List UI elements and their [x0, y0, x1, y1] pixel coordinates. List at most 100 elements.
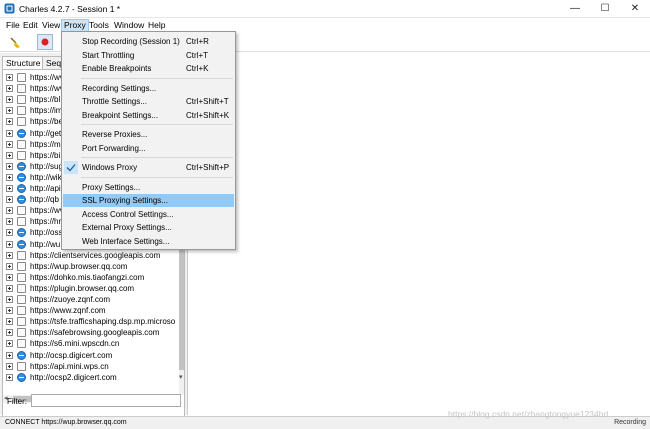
- expand-icon[interactable]: [6, 173, 13, 181]
- menu-separator: [81, 157, 233, 158]
- lock-icon: [17, 328, 26, 338]
- menu-edit[interactable]: Edit: [21, 19, 40, 32]
- host-label: http://sug: [30, 161, 63, 171]
- expand-icon[interactable]: [6, 185, 13, 192]
- expand-icon[interactable]: [6, 273, 13, 281]
- expand-icon[interactable]: [6, 118, 13, 126]
- expand-icon[interactable]: [6, 85, 13, 93]
- recording-status: Recording: [614, 419, 646, 426]
- lock-icon: [17, 272, 26, 282]
- menu-item-breakpoint-settings[interactable]: Breakpoint Settings... Ctrl+Shift+K: [63, 109, 234, 122]
- menu-item-port-forwarding[interactable]: Port Forwarding...: [63, 142, 234, 155]
- expand-icon[interactable]: [6, 307, 13, 315]
- lock-icon: [17, 106, 26, 116]
- lock-icon: [17, 306, 26, 316]
- expand-icon[interactable]: [6, 351, 13, 359]
- close-button[interactable]: ✕: [620, 0, 650, 18]
- expand-icon[interactable]: [6, 340, 13, 348]
- host-label: https://www.zqnf.com: [30, 306, 106, 316]
- menu-item-recording-settings[interactable]: Recording Settings...: [63, 82, 234, 95]
- expand-icon[interactable]: [6, 362, 13, 370]
- menu-item-enable-breakpoints[interactable]: Enable Breakpoints Ctrl+K: [63, 62, 234, 75]
- menu-item-shortcut: Ctrl+Shift+T: [186, 97, 229, 106]
- expand-icon[interactable]: [6, 251, 13, 259]
- tree-row[interactable]: http://ocsp2.digicert.com: [3, 372, 179, 383]
- tree-row[interactable]: https://s6.mini.wpscdn.cn: [3, 338, 179, 349]
- tree-row[interactable]: https://safebrowsing.googleapis.com: [3, 327, 179, 338]
- expand-icon[interactable]: [6, 162, 13, 170]
- menu-item-label: Recording Settings...: [82, 83, 157, 93]
- globe-icon: [17, 228, 26, 238]
- tree-row[interactable]: https://api.mini.wps.cn: [3, 361, 179, 372]
- host-label: http://wu: [30, 239, 61, 249]
- menu-item-proxy-settings[interactable]: Proxy Settings...: [63, 181, 234, 194]
- menu-item-start-throttling[interactable]: Start Throttling Ctrl+T: [63, 49, 234, 62]
- host-label: http://oss: [30, 228, 63, 238]
- expand-icon[interactable]: [6, 296, 13, 303]
- globe-icon: [17, 239, 26, 249]
- menu-item-stop-recording-session-1[interactable]: Stop Recording (Session 1) Ctrl+R: [63, 35, 234, 48]
- lock-icon: [17, 339, 26, 349]
- maximize-button[interactable]: ☐: [590, 0, 620, 18]
- tree-row[interactable]: http://ocsp.digicert.com: [3, 350, 179, 361]
- host-label: https://wv: [30, 73, 64, 82]
- host-label: https://wv: [30, 84, 64, 94]
- expand-icon[interactable]: [6, 207, 13, 215]
- expand-icon[interactable]: [6, 107, 13, 115]
- menu-view[interactable]: View: [40, 19, 62, 32]
- expand-icon[interactable]: [6, 129, 13, 137]
- filter-input[interactable]: [31, 394, 181, 407]
- lock-icon: [17, 84, 26, 94]
- menu-item-label: Web Interface Settings...: [82, 236, 170, 246]
- menu-item-label: Start Throttling: [82, 50, 135, 60]
- expand-icon[interactable]: [6, 140, 13, 148]
- host-label: https://m: [30, 139, 61, 149]
- expand-icon[interactable]: [6, 284, 13, 292]
- minimize-button[interactable]: —: [560, 0, 590, 18]
- tree-row[interactable]: https://www.zqnf.com: [3, 305, 179, 316]
- host-label: https://plugin.browser.qq.com: [30, 283, 135, 293]
- menu-item-web-interface-settings[interactable]: Web Interface Settings...: [63, 235, 234, 248]
- broom-icon[interactable]: [7, 34, 23, 50]
- expand-icon[interactable]: [6, 229, 13, 237]
- tab-structure[interactable]: Structure: [2, 56, 45, 70]
- host-label: http://wik: [30, 172, 62, 182]
- menu-item-label: SSL Proxying Settings...: [82, 196, 168, 205]
- lock-icon: [17, 295, 26, 304]
- tree-row[interactable]: https://zuoye.zqnf.com: [3, 294, 179, 305]
- expand-icon[interactable]: [6, 218, 13, 226]
- expand-icon[interactable]: [6, 96, 13, 104]
- expand-icon[interactable]: [6, 151, 13, 159]
- tree-row[interactable]: https://plugin.browser.qq.com: [3, 283, 179, 294]
- expand-icon[interactable]: [6, 318, 13, 326]
- host-label: https://clientservices.googleapis.com: [30, 250, 161, 260]
- globe-icon: [17, 184, 26, 193]
- tree-row[interactable]: https://clientservices.googleapis.com: [3, 250, 179, 261]
- menu-item-reverse-proxies[interactable]: Reverse Proxies...: [63, 128, 234, 141]
- menu-file[interactable]: File: [4, 19, 22, 32]
- menu-item-ssl-proxying-settings[interactable]: SSL Proxying Settings...: [63, 194, 234, 207]
- scroll-down-arrow-icon[interactable]: ▾: [179, 374, 183, 382]
- lock-icon: [17, 73, 26, 82]
- menu-item-external-proxy-settings[interactable]: External Proxy Settings...: [63, 221, 234, 234]
- menu-item-throttle-settings[interactable]: Throttle Settings... Ctrl+Shift+T: [63, 95, 234, 108]
- menu-item-windows-proxy[interactable]: Windows Proxy Ctrl+Shift+P: [63, 161, 234, 174]
- menu-item-label: External Proxy Settings...: [82, 223, 172, 232]
- window-title: Charles 4.2.7 - Session 1 *: [19, 4, 121, 14]
- tree-row[interactable]: https://wup.browser.qq.com: [3, 261, 179, 272]
- proxy-menu-dropdown: Stop Recording (Session 1) Ctrl+R Start Th…: [61, 31, 236, 250]
- expand-icon[interactable]: [6, 74, 13, 81]
- expand-icon[interactable]: [6, 240, 13, 248]
- menu-bar: File Edit View Proxy Tools Window Help: [0, 18, 650, 32]
- expand-icon[interactable]: [6, 373, 13, 381]
- expand-icon[interactable]: [6, 329, 13, 337]
- host-label: https://api.mini.wps.cn: [30, 361, 109, 371]
- expand-icon[interactable]: [6, 262, 13, 270]
- menu-item-access-control-settings[interactable]: Access Control Settings...: [63, 208, 234, 221]
- expand-icon[interactable]: [6, 196, 13, 204]
- record-icon[interactable]: [37, 34, 53, 50]
- menu-item-label: Enable Breakpoints: [82, 64, 152, 73]
- host-label: https://im: [30, 106, 63, 116]
- tree-row[interactable]: https://tsfe.trafficshaping.dsp.mp.micro…: [3, 316, 179, 327]
- tree-row[interactable]: https://dohko.mis.tiaofangzi.com: [3, 272, 179, 283]
